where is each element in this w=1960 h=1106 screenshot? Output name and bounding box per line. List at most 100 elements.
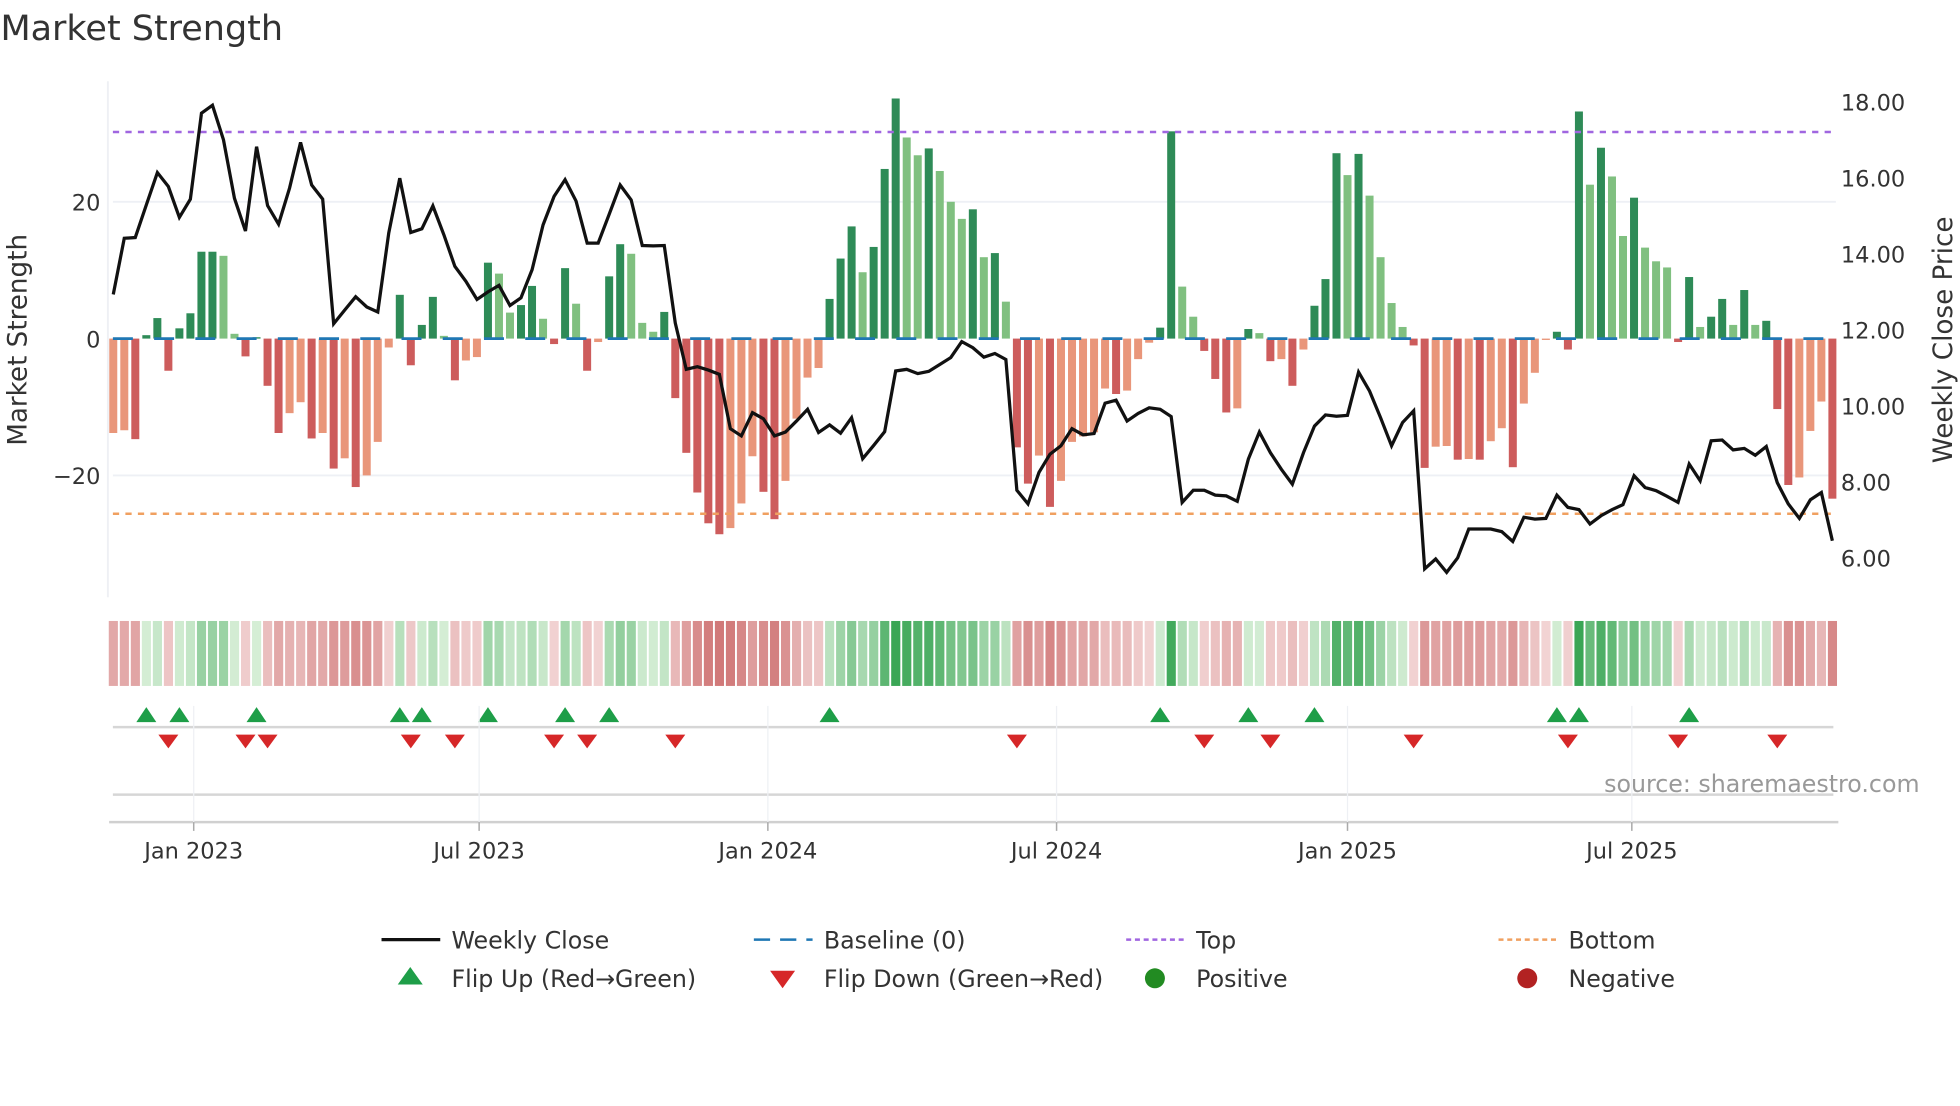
strength-bar [1321, 279, 1329, 339]
strip-cell [1652, 621, 1661, 686]
strength-bar [1520, 339, 1528, 404]
strip-cell [726, 621, 735, 686]
strip-cell [1045, 621, 1054, 686]
strength-bar [1663, 267, 1671, 338]
strip-cell [1585, 621, 1594, 686]
strip-cell [715, 621, 724, 686]
strip-cell [1674, 621, 1683, 686]
strength-bar [1002, 302, 1010, 339]
flip-up-marker [478, 707, 498, 722]
strip-cell [539, 621, 548, 686]
strip-cell [605, 621, 614, 686]
strip-cell [186, 621, 195, 686]
flip-up-marker [555, 707, 575, 722]
flip-up-marker [1238, 707, 1258, 722]
strength-bar [826, 299, 834, 339]
strength-bar [638, 323, 646, 339]
strip-cell [913, 621, 922, 686]
strip-cell [472, 621, 481, 686]
strength-bar [1630, 198, 1638, 339]
flip-up-marker [1569, 707, 1589, 722]
strength-bar [142, 335, 150, 338]
strength-bar [1167, 131, 1175, 338]
strip-cell [131, 621, 140, 686]
strength-bar [1013, 339, 1021, 448]
flip-up-marker [599, 707, 619, 722]
strip-cell [1112, 621, 1121, 686]
x-tick-label: Jan 2025 [1296, 838, 1397, 864]
strip-cell [1464, 621, 1473, 686]
y2-tick-label: 16.00 [1841, 167, 1905, 193]
strength-bar [1597, 148, 1605, 339]
strip-cell [1012, 621, 1021, 686]
y-tick-label: 0 [86, 327, 100, 353]
strip-cell [880, 621, 889, 686]
flip-down-marker [445, 735, 465, 749]
strength-bar [991, 253, 999, 339]
strength-bar [286, 339, 294, 414]
right-axis-ticks: 18.0016.0014.0012.0010.008.006.00 [1841, 91, 1905, 573]
strip-cell [1189, 621, 1198, 686]
chart-title: Market Strength [0, 9, 283, 49]
strength-bar [1575, 111, 1583, 338]
strip-cell [1663, 621, 1672, 686]
strip-cell [737, 621, 746, 686]
strength-bar [1806, 339, 1814, 431]
strip-cell [1641, 621, 1650, 686]
x-tick-label: Jul 2024 [1009, 838, 1102, 864]
strip-cell [1696, 621, 1705, 686]
strength-bar [737, 339, 745, 504]
strength-bar [1641, 248, 1649, 339]
strip-cell [990, 621, 999, 686]
strip-cell [230, 621, 239, 686]
strip-cell [252, 621, 261, 686]
y2-tick-label: 18.00 [1841, 91, 1905, 117]
strength-bar [341, 339, 349, 459]
strength-bar [671, 339, 679, 399]
strength-bar [1288, 339, 1296, 386]
strip-cell [1596, 621, 1605, 686]
strength-bar [1079, 339, 1087, 437]
legend-negative-dot [1517, 968, 1537, 988]
strip-cell [439, 621, 448, 686]
strength-bar [594, 339, 602, 342]
strip-cell [1707, 621, 1716, 686]
legend-label: Weekly Close [451, 926, 609, 954]
strip-cell [406, 621, 415, 686]
strength-bar [1696, 327, 1704, 339]
strength-bar [1090, 339, 1098, 433]
y2-tick-label: 8.00 [1841, 471, 1891, 497]
flip-down-marker [1007, 735, 1027, 749]
strength-bar [1156, 328, 1164, 339]
flip-up-marker [247, 707, 267, 722]
right-axis-label: Weekly Close Price [1929, 217, 1959, 464]
strip-cell [1211, 621, 1220, 686]
strength-bar [407, 339, 415, 366]
strength-bar [275, 339, 283, 433]
strip-cell [1773, 621, 1782, 686]
strip-cell [1090, 621, 1099, 686]
strength-bar [925, 148, 933, 338]
flip-up-marker [169, 707, 189, 722]
strength-bar [1310, 306, 1318, 339]
strength-bar [969, 209, 977, 338]
strength-bar [815, 339, 823, 368]
strip-cell [968, 621, 977, 686]
strength-bar [1498, 339, 1506, 429]
strip-cell [1486, 621, 1495, 686]
strength-bar [1134, 339, 1142, 360]
strip-cell [1167, 621, 1176, 686]
flip-up-marker [1304, 707, 1324, 722]
flip-down-marker [1260, 735, 1280, 749]
strength-bar [1465, 339, 1473, 459]
strength-bar [793, 339, 801, 419]
strip-cell [296, 621, 305, 686]
strength-bar [1024, 339, 1032, 484]
strip-cell [1685, 621, 1694, 686]
strength-bar [1200, 339, 1208, 351]
strip-cell [781, 621, 790, 686]
strip-cell [263, 621, 272, 686]
strip-cell [671, 621, 680, 686]
strength-bar [859, 272, 867, 338]
strip-cell [1453, 621, 1462, 686]
